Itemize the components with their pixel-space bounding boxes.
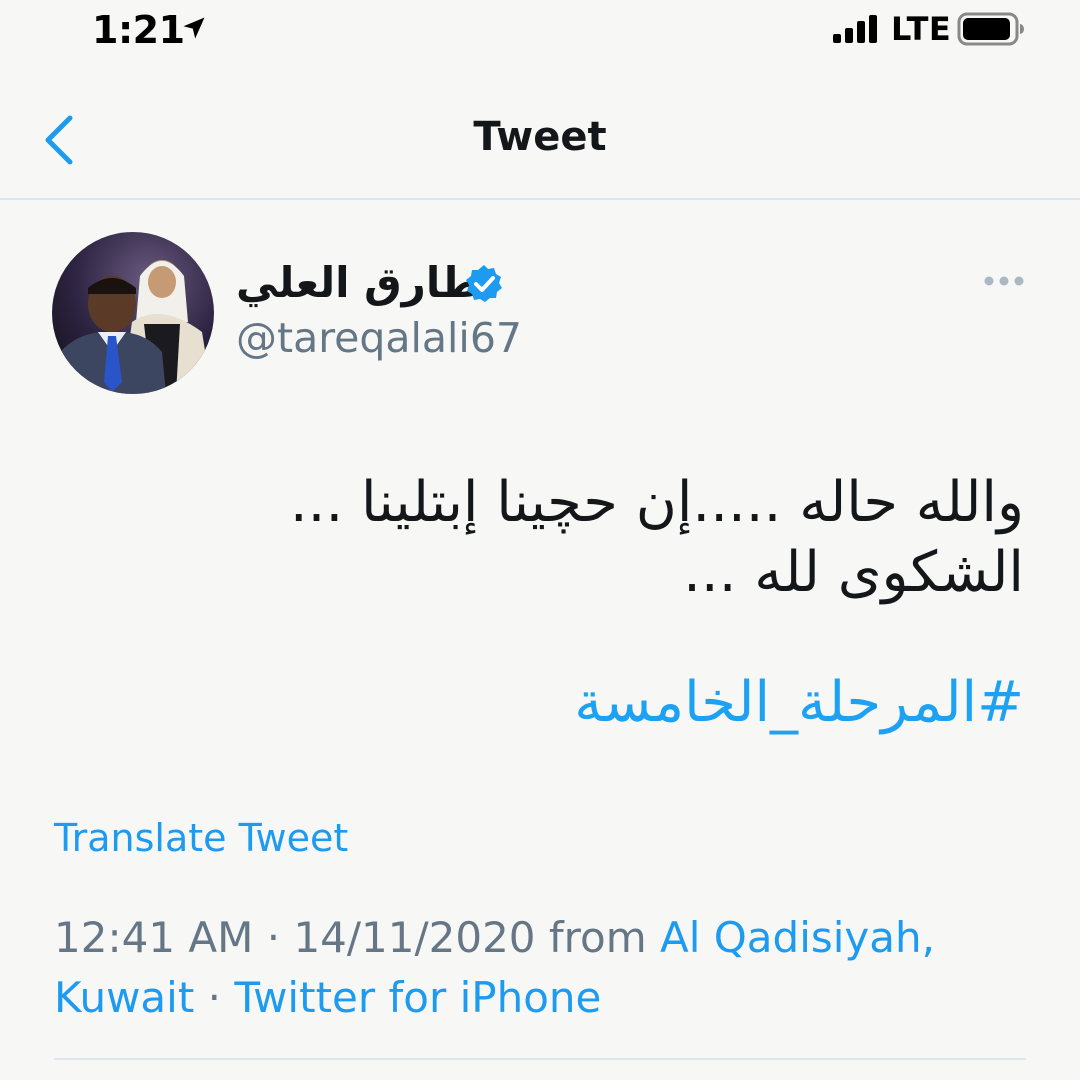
tweet-text-line: والله حاله .....إن حچينا إبتلينا ... bbox=[289, 470, 1024, 535]
from-label: from bbox=[548, 913, 647, 962]
network-type-label: LTE bbox=[891, 10, 952, 48]
translate-tweet-link[interactable]: Translate Tweet bbox=[54, 816, 348, 860]
divider bbox=[54, 1058, 1026, 1060]
nav-bar: Tweet bbox=[0, 62, 1080, 200]
meta-separator: · bbox=[207, 973, 222, 1022]
battery-icon bbox=[957, 12, 1024, 46]
location-arrow-icon bbox=[183, 17, 205, 39]
location-part1: Al Qadisiyah, bbox=[659, 913, 935, 962]
more-options-icon[interactable] bbox=[983, 274, 1025, 288]
hashtag-link[interactable]: #المرحلة_الخامسة bbox=[574, 670, 1024, 735]
author-avatar[interactable] bbox=[52, 232, 214, 394]
page-title: Tweet bbox=[473, 114, 607, 160]
tweet-text: والله حاله .....إن حچينا إبتلينا ... الش… bbox=[124, 468, 1024, 608]
author-display-name[interactable]: طارق العلي bbox=[236, 258, 481, 307]
status-bar: 1:21 LTE bbox=[0, 0, 1080, 62]
author-handle[interactable]: @tareqalali67 bbox=[236, 314, 522, 362]
meta-separator: · bbox=[266, 913, 281, 962]
status-time: 1:21 bbox=[92, 8, 185, 52]
source-link[interactable]: Twitter for iPhone bbox=[234, 973, 601, 1022]
tweet-time: 12:41 AM bbox=[54, 913, 254, 962]
cellular-signal-icon bbox=[833, 15, 877, 43]
verified-badge-icon bbox=[466, 265, 502, 302]
avatar-image bbox=[52, 232, 214, 394]
tweet-metadata: 12:41 AM · 14/11/2020 from Al Qadisiyah,… bbox=[54, 908, 1034, 1028]
tweet-date: 14/11/2020 bbox=[293, 913, 536, 962]
tweet-text-line: الشكوى لله ... bbox=[683, 540, 1024, 605]
location-part2: Kuwait bbox=[54, 973, 195, 1022]
